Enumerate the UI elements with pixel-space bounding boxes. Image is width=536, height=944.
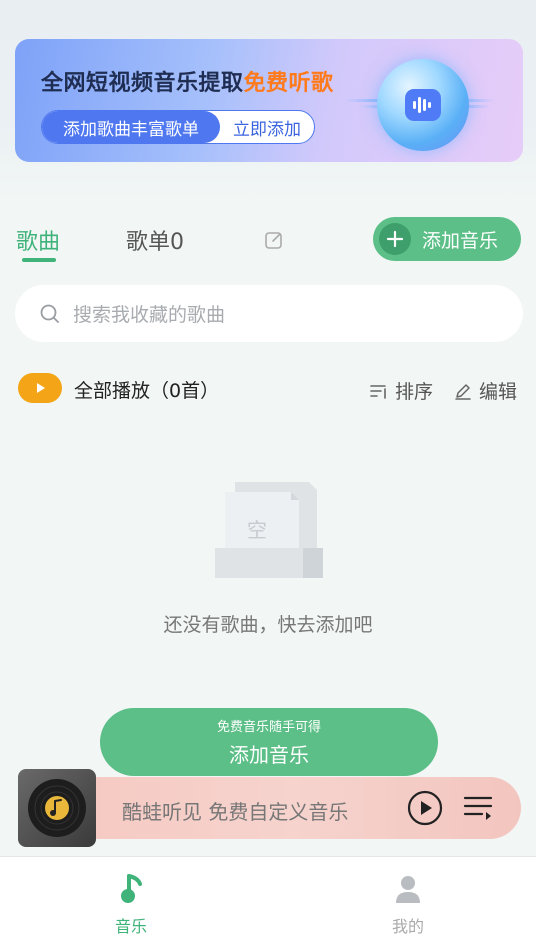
add-music-large-label: 添加音乐 <box>229 743 309 767</box>
nav-label-mine: 我的 <box>391 917 424 936</box>
pencil-icon <box>455 383 471 400</box>
edit-button[interactable]: 编辑 <box>453 377 517 404</box>
play-all-label[interactable]: 全部播放（0首） <box>74 376 219 403</box>
banner-cta-pill[interactable]: 添加歌曲丰富歌单 立即添加 <box>41 110 315 144</box>
edit-label: 编辑 <box>479 381 518 403</box>
music-note-icon <box>121 874 142 903</box>
banner-title-highlight: 免费听歌 <box>243 71 334 96</box>
play-circle-icon <box>407 790 443 826</box>
tab-playlists[interactable]: 歌单0 <box>126 224 184 256</box>
banner-title-main: 全网短视频音乐提取 <box>41 71 244 96</box>
sort-label: 排序 <box>395 381 434 403</box>
banner-title: 全网短视频音乐提取免费听歌 <box>41 65 334 97</box>
nav-label-music: 音乐 <box>114 917 147 936</box>
search-icon <box>39 303 61 325</box>
promo-banner[interactable]: 全网短视频音乐提取免费听歌 添加歌曲丰富歌单 立即添加 <box>15 39 523 162</box>
add-music-large-button[interactable]: 免费音乐随手可得 添加音乐 <box>100 708 438 776</box>
player-title: 酷蛙听见 免费自定义音乐 <box>122 800 349 824</box>
playlist-queue-button[interactable] <box>462 792 494 828</box>
tab-songs[interactable]: 歌曲 <box>16 224 60 256</box>
music-orb-icon <box>377 59 469 151</box>
banner-add-now-button[interactable]: 立即添加 <box>220 115 314 140</box>
edit-playlist-icon[interactable] <box>264 230 284 254</box>
player-play-button[interactable] <box>406 789 444 831</box>
playlist-icon <box>463 796 493 820</box>
list-header: 全部播放（0首） 排序 编辑 <box>0 370 536 410</box>
record-disc-icon[interactable] <box>18 769 96 847</box>
add-music-label: 添加音乐 <box>422 229 499 252</box>
play-all-button[interactable] <box>18 373 62 403</box>
add-music-button[interactable]: 添加音乐 <box>373 217 521 261</box>
nav-item-mine[interactable]: 我的 <box>368 873 448 937</box>
play-icon <box>37 383 45 393</box>
bottom-nav: 音乐 我的 <box>0 856 536 944</box>
empty-message: 还没有歌曲，快去添加吧 <box>163 614 373 636</box>
search-input[interactable]: 搜索我收藏的歌曲 <box>15 285 523 342</box>
sort-icon <box>370 384 386 399</box>
empty-illustration-text: 空 <box>247 518 267 542</box>
nav-item-music[interactable]: 音乐 <box>91 873 171 937</box>
plus-icon <box>379 223 411 255</box>
audio-wave-icon <box>405 89 441 121</box>
user-icon <box>396 876 420 903</box>
sort-button[interactable]: 排序 <box>369 377 433 404</box>
empty-box-illustration: 空 <box>213 480 325 580</box>
add-music-subtitle: 免费音乐随手可得 <box>216 720 321 735</box>
search-placeholder: 搜索我收藏的歌曲 <box>73 304 226 326</box>
tab-active-indicator <box>22 258 56 262</box>
banner-pill-left: 添加歌曲丰富歌单 <box>42 111 220 143</box>
